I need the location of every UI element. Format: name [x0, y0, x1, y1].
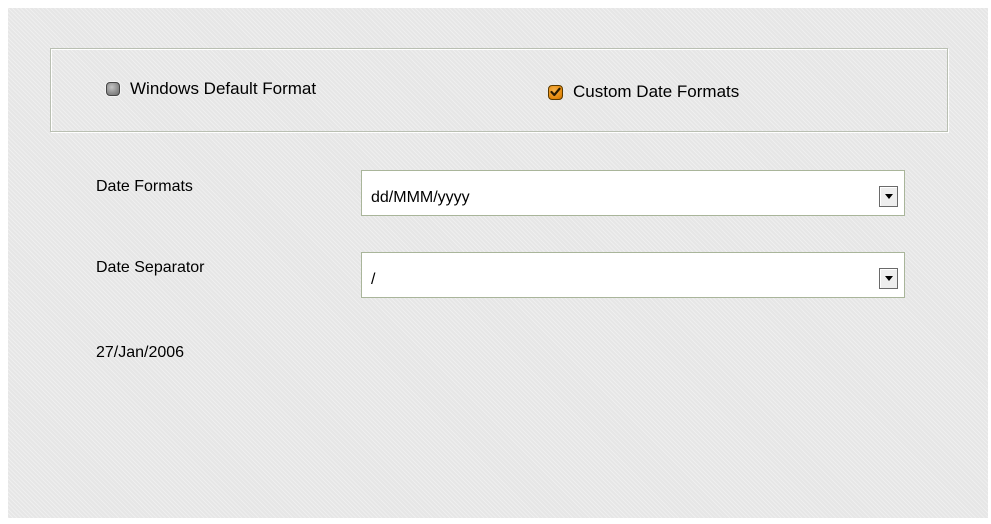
date-separator-dropdown-button[interactable] — [879, 267, 898, 289]
chevron-down-icon — [884, 275, 893, 281]
custom-date-formats-label: Custom Date Formats — [573, 82, 740, 101]
checked-checkbox-icon[interactable] — [548, 84, 563, 100]
custom-date-formats-option[interactable]: Custom Date Formats — [548, 82, 739, 102]
date-separator-label: Date Separator — [96, 259, 205, 276]
date-separator-value: / — [371, 271, 376, 288]
date-settings-panel: Windows Default Format Custom Date Forma… — [8, 8, 988, 518]
date-formats-value: dd/MMM/yyyy — [371, 189, 470, 206]
format-mode-group: Windows Default Format Custom Date Forma… — [50, 48, 948, 132]
date-formats-dropdown[interactable]: dd/MMM/yyyy — [361, 170, 905, 216]
date-formats-dropdown-button[interactable] — [879, 185, 898, 207]
date-formats-label: Date Formats — [96, 178, 193, 195]
chevron-down-icon — [884, 193, 893, 199]
unchecked-checkbox-icon[interactable] — [106, 82, 120, 96]
date-separator-dropdown[interactable]: / — [361, 252, 905, 298]
windows-default-format-label: Windows Default Format — [130, 79, 317, 98]
windows-default-format-option[interactable]: Windows Default Format — [106, 79, 316, 99]
check-icon — [550, 87, 561, 97]
date-preview: 27/Jan/2006 — [96, 344, 185, 361]
